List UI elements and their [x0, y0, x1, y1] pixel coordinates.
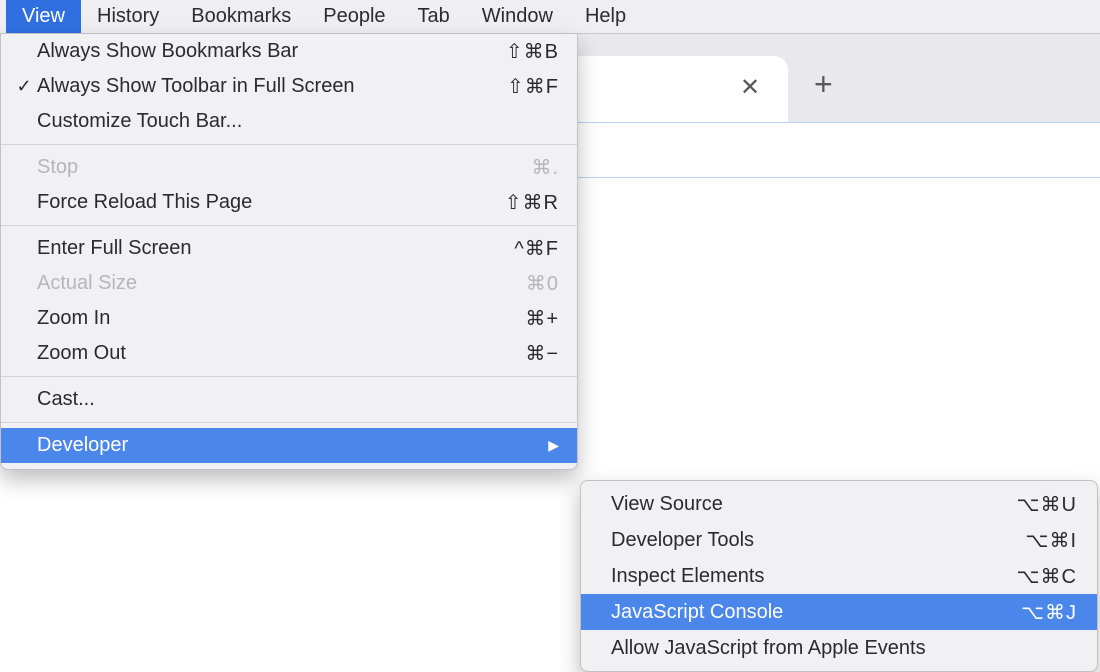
menu-item-enter-full-screen[interactable]: Enter Full Screen ^⌘F [1, 231, 577, 266]
menu-item-always-show-bookmarks-bar[interactable]: Always Show Bookmarks Bar ⇧⌘B [1, 34, 577, 69]
menu-item-label: Actual Size [37, 272, 469, 295]
menu-separator [1, 422, 577, 423]
submenu-item-shortcut: ⌥⌘J [997, 600, 1077, 625]
menu-item-label: Developer [37, 434, 447, 457]
menu-item-actual-size: Actual Size ⌘0 [1, 266, 577, 301]
menubar-item-people[interactable]: People [307, 0, 401, 33]
menubar-item-window[interactable]: Window [466, 0, 569, 33]
menubar-item-tab[interactable]: Tab [402, 0, 466, 33]
menubar-label: People [323, 5, 385, 28]
submenu-item-view-source[interactable]: View Source ⌥⌘U [581, 486, 1097, 522]
menu-item-zoom-out[interactable]: Zoom Out ⌘− [1, 336, 577, 371]
menu-item-label: Force Reload This Page [37, 191, 469, 214]
menu-item-label: Customize Touch Bar... [37, 110, 469, 133]
menu-item-shortcut: ⌘. [469, 155, 559, 180]
menubar: View History Bookmarks People Tab Window… [0, 0, 1100, 34]
menu-item-customize-touch-bar[interactable]: Customize Touch Bar... [1, 104, 577, 139]
submenu-item-label: Allow JavaScript from Apple Events [611, 637, 997, 660]
menu-item-label: Always Show Toolbar in Full Screen [37, 75, 469, 98]
menu-item-developer[interactable]: Developer ▶ [1, 428, 577, 463]
menu-item-label: Zoom In [37, 307, 469, 330]
menubar-label: View [22, 5, 65, 28]
submenu-item-inspect-elements[interactable]: Inspect Elements ⌥⌘C [581, 558, 1097, 594]
menu-item-label: Zoom Out [37, 342, 469, 365]
address-bar[interactable] [578, 122, 1100, 178]
submenu-item-javascript-console[interactable]: JavaScript Console ⌥⌘J [581, 594, 1097, 630]
menu-item-label: Always Show Bookmarks Bar [37, 40, 469, 63]
menu-item-shortcut: ^⌘F [469, 236, 559, 261]
menu-item-label: Stop [37, 156, 469, 179]
submenu-item-developer-tools[interactable]: Developer Tools ⌥⌘I [581, 522, 1097, 558]
submenu-item-label: JavaScript Console [611, 601, 997, 624]
menu-separator [1, 225, 577, 226]
menubar-label: Tab [418, 5, 450, 28]
menu-item-shortcut: ⇧⌘F [469, 74, 559, 99]
menu-item-shortcut: ⌘+ [469, 306, 559, 331]
view-menu-dropdown: Always Show Bookmarks Bar ⇧⌘B ✓ Always S… [0, 34, 578, 470]
menubar-label: Window [482, 5, 553, 28]
menu-item-label: Enter Full Screen [37, 237, 469, 260]
menu-item-shortcut: ⇧⌘B [469, 39, 559, 64]
menu-item-zoom-in[interactable]: Zoom In ⌘+ [1, 301, 577, 336]
menu-item-stop: Stop ⌘. [1, 150, 577, 185]
menu-item-always-show-toolbar-fullscreen[interactable]: ✓ Always Show Toolbar in Full Screen ⇧⌘F [1, 69, 577, 104]
submenu-item-label: View Source [611, 493, 997, 516]
submenu-item-shortcut: ⌥⌘U [997, 492, 1077, 517]
submenu-item-shortcut: ⌥⌘I [997, 528, 1077, 553]
menu-item-shortcut: ⌘0 [469, 271, 559, 296]
menubar-label: Help [585, 5, 626, 28]
menubar-label: Bookmarks [191, 5, 291, 28]
submenu-item-label: Inspect Elements [611, 565, 997, 588]
close-tab-icon[interactable]: ✕ [740, 73, 760, 102]
menubar-item-help[interactable]: Help [569, 0, 642, 33]
menubar-item-history[interactable]: History [81, 0, 175, 33]
menu-separator [1, 376, 577, 377]
menu-item-label: Cast... [37, 388, 469, 411]
menu-item-shortcut: ⌘− [469, 341, 559, 366]
menu-item-force-reload[interactable]: Force Reload This Page ⇧⌘R [1, 185, 577, 220]
submenu-arrow-icon: ▶ [537, 437, 559, 454]
menu-separator [1, 144, 577, 145]
menu-item-shortcut: ⇧⌘R [469, 190, 559, 215]
menubar-item-view[interactable]: View [6, 0, 81, 33]
submenu-item-shortcut: ⌥⌘C [997, 564, 1077, 589]
submenu-item-label: Developer Tools [611, 529, 997, 552]
submenu-item-allow-js-apple-events[interactable]: Allow JavaScript from Apple Events [581, 630, 1097, 666]
check-icon: ✓ [11, 76, 37, 97]
new-tab-button[interactable]: + [814, 66, 833, 103]
developer-submenu: View Source ⌥⌘U Developer Tools ⌥⌘I Insp… [580, 480, 1098, 672]
menubar-item-bookmarks[interactable]: Bookmarks [175, 0, 307, 33]
menubar-label: History [97, 5, 159, 28]
menu-item-cast[interactable]: Cast... [1, 382, 577, 417]
